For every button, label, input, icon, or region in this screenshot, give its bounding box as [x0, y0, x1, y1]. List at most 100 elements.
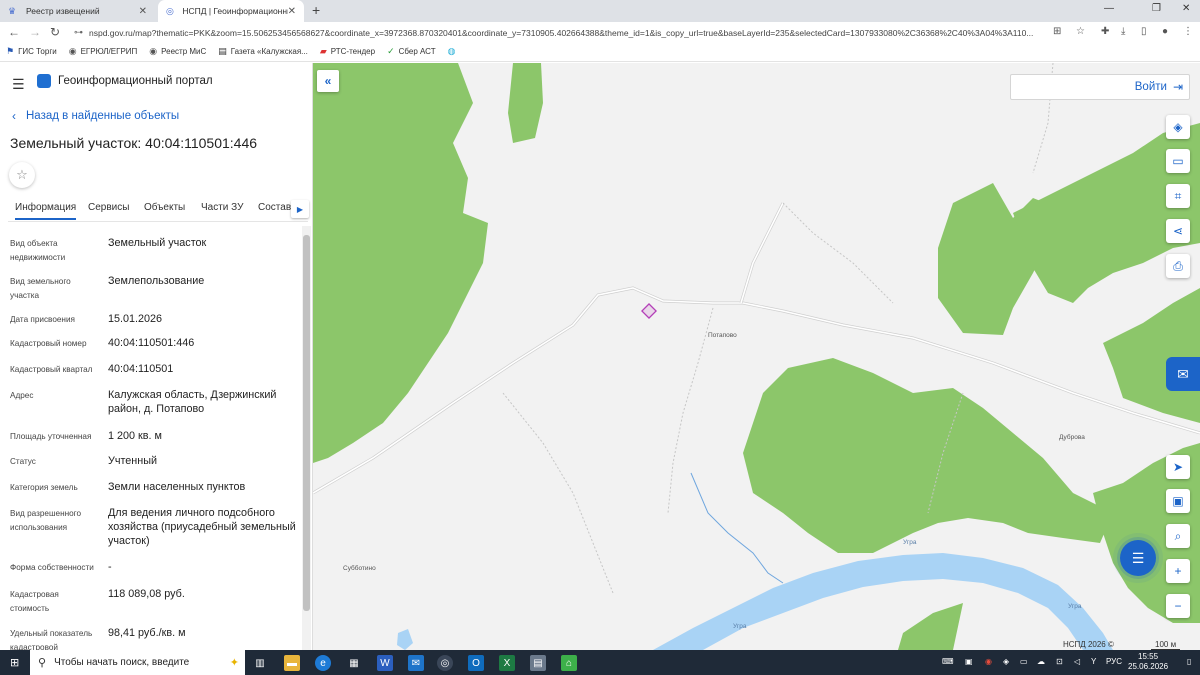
bookmark-rts[interactable]: ▰ РТС-тендер	[320, 46, 375, 57]
field-label: Вид разрешенного использования	[10, 509, 82, 532]
field-value: 98,41 руб./кв. м	[108, 627, 186, 639]
close-window-icon[interactable]: ✕	[1182, 3, 1190, 14]
reload-icon[interactable]: ↻	[50, 25, 60, 39]
language-indicator[interactable]: РУС	[1106, 657, 1122, 666]
calculator-icon[interactable]: ▤	[530, 655, 546, 671]
rts-icon: ▰	[319, 46, 327, 56]
outlook-icon[interactable]: O	[468, 655, 484, 671]
browser-tab-nspd[interactable]: ◎ НСПД | Геоинформационный п ✕	[158, 0, 304, 22]
zoom-out-button[interactable]: −	[1166, 594, 1190, 618]
field-value: 15.01.2026	[108, 313, 163, 325]
edge-icon[interactable]: e	[315, 655, 331, 671]
select-area-button[interactable]: ⌗	[1166, 184, 1190, 208]
bookmark-star-icon[interactable]: ☆	[1076, 26, 1085, 37]
map-canvas[interactable]: Потапово Дуброва Субботино Угра Угра Угр…	[313, 63, 1200, 650]
extensions-icon[interactable]: ✚	[1101, 26, 1109, 37]
search-location-button[interactable]: ⌕	[1166, 524, 1190, 548]
menu-dots-icon[interactable]: ⋮	[1183, 26, 1193, 37]
gazeta-icon: ▤	[218, 46, 227, 56]
home-app-icon[interactable]: ⌂	[561, 655, 577, 671]
windows-start-icon[interactable]: ⊞	[10, 656, 19, 669]
object-title: Земельный участок: 40:04:110501:446	[10, 135, 258, 151]
mail-icon[interactable]: ✉	[408, 655, 424, 671]
bookmark-reestr-mis[interactable]: ◉ Реестр МиС	[149, 46, 206, 57]
tab-information[interactable]: Информация	[15, 202, 77, 220]
tray-cloud-icon[interactable]: ☁	[1037, 657, 1045, 666]
tray-battery-icon[interactable]: ▭	[1020, 657, 1028, 666]
url-field[interactable]: ⊶ nspd.gov.ru/map?thematic=PKK&zoom=15.5…	[74, 25, 1044, 40]
new-tab-icon[interactable]: +	[312, 2, 320, 18]
select-area-icon: ⌗	[1174, 188, 1182, 203]
zoom-in-button[interactable]: +	[1166, 559, 1190, 583]
tab-parts[interactable]: Части ЗУ	[201, 202, 243, 213]
bookmark-gis-torgi[interactable]: ⚑ ГИС Торги	[6, 46, 57, 57]
layers-button[interactable]: ◈	[1166, 115, 1190, 139]
browser-tab-strip: ♛ Реестр извещений ✕ ◎ НСПД | Геоинформа…	[0, 0, 1200, 22]
login-button[interactable]: Войти ⇥	[1010, 74, 1190, 100]
tray-app-icon[interactable]: ▣	[965, 657, 973, 666]
tray-yandex-disk-icon[interactable]: Y	[1091, 657, 1096, 666]
chat-assistant-button[interactable]: ☰	[1120, 540, 1156, 576]
back-arrow-icon[interactable]: ←	[8, 25, 20, 39]
info-tabs: Информация Сервисы Объекты Части ЗУ Сост…	[8, 200, 308, 222]
chrome-icon[interactable]: ◎	[437, 655, 453, 671]
bookmark-sber[interactable]: ✓ Сбер АСТ	[387, 46, 436, 57]
collapse-panel-button[interactable]: «	[317, 70, 339, 92]
tray-yandex-icon[interactable]: ◉	[985, 657, 992, 666]
tray-volume-icon[interactable]: ◁	[1074, 657, 1080, 666]
close-tab-icon[interactable]: ✕	[288, 6, 296, 17]
chat-icon: ☰	[1131, 549, 1145, 566]
portal-logo-icon	[37, 74, 51, 88]
forward-arrow-icon[interactable]: →	[29, 25, 41, 39]
place-label: Дуброва	[1059, 434, 1085, 441]
system-clock[interactable]: 15:55 25.06.2026	[1128, 652, 1168, 672]
forest-area	[898, 603, 963, 650]
print-button[interactable]: ⎙	[1166, 254, 1190, 278]
downloads-icon[interactable]: ⤓	[1121, 26, 1125, 37]
tab-composition[interactable]: Состав	[258, 202, 291, 213]
taskbar-search[interactable]: ⚲ Чтобы начать поиск, введите ✦	[30, 650, 245, 675]
tab-services[interactable]: Сервисы	[88, 202, 129, 213]
excel-icon[interactable]: X	[499, 655, 515, 671]
file-explorer-icon[interactable]: ▬	[284, 655, 300, 671]
field-value[interactable]: 40:04:110501	[108, 362, 296, 376]
word-icon[interactable]: W	[377, 655, 393, 671]
feedback-button[interactable]: ✉	[1166, 357, 1200, 391]
browser-tab-registry[interactable]: ♛ Реестр извещений ✕	[0, 0, 155, 22]
back-to-results-link[interactable]: ‹ Назад в найденные объекты	[12, 109, 179, 123]
notifications-icon[interactable]: ▯	[1187, 657, 1191, 666]
track	[502, 392, 614, 594]
task-view-icon[interactable]: ▥	[252, 655, 268, 671]
hamburger-menu-icon[interactable]: ☰	[12, 76, 25, 93]
sidepanel-icon[interactable]: ▯	[1141, 26, 1147, 37]
tabs-scroll-right-icon[interactable]: ▶	[291, 200, 309, 218]
minimap-button[interactable]: ▣	[1166, 489, 1190, 513]
tab-objects[interactable]: Объекты	[144, 202, 185, 213]
pin-search-icon: ⌕	[1174, 528, 1182, 543]
river-label: Угра	[903, 539, 917, 546]
tray-security-icon[interactable]: ◈	[1003, 657, 1009, 666]
bookmark-gazeta[interactable]: ▤ Газета «Калужская...	[218, 46, 308, 57]
locate-button[interactable]: ➤	[1166, 455, 1190, 479]
tray-network-icon[interactable]: ⊡	[1056, 657, 1063, 666]
bookmark-extra[interactable]: ◍	[448, 46, 460, 57]
share-button[interactable]: ⋖	[1166, 219, 1190, 243]
maximize-icon[interactable]: ❐	[1152, 3, 1161, 14]
favorite-star-icon[interactable]: ☆	[9, 162, 35, 188]
translate-icon[interactable]: ⊞	[1053, 26, 1061, 37]
store-icon[interactable]: ▦	[346, 655, 362, 671]
panel-scrollbar-thumb[interactable]	[303, 235, 310, 611]
tray-keyboard-icon[interactable]: ⌨	[942, 657, 954, 666]
measure-button[interactable]: ▭	[1166, 149, 1190, 173]
site-info-icon[interactable]: ⊶	[74, 27, 83, 38]
profile-icon[interactable]: ●	[1162, 26, 1168, 37]
clock-time: 15:55	[1138, 652, 1159, 661]
eagle-icon: ♛	[8, 5, 17, 16]
clock-date: 25.06.2026	[1128, 662, 1169, 671]
bookmark-egrul[interactable]: ◉ ЕГРЮЛ/ЕГРИП	[69, 46, 138, 57]
field-value[interactable]: 40:04:110501:446	[108, 336, 296, 350]
minimize-icon[interactable]: —	[1104, 3, 1114, 14]
forest-area	[1103, 288, 1200, 423]
field-label: Вид объекта недвижимости	[10, 239, 66, 262]
close-tab-icon[interactable]: ✕	[139, 6, 147, 17]
